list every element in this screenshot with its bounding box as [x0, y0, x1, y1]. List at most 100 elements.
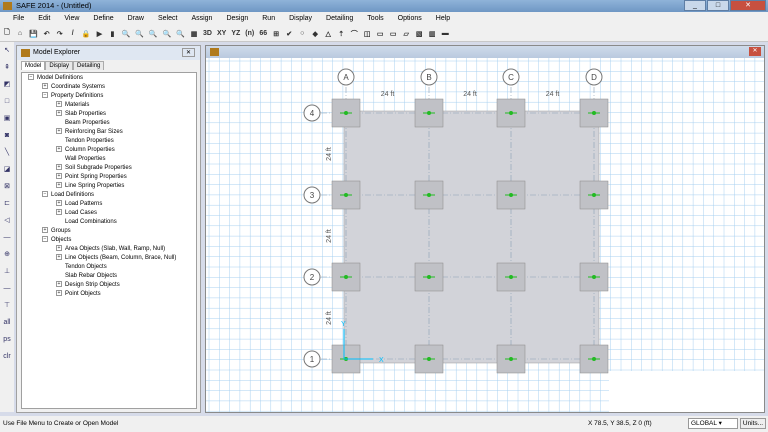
toolbar-button-12-icon[interactable]: 🔍 [163, 30, 172, 38]
tree-item[interactable]: Slab Rebar Objects [22, 272, 196, 281]
menu-select[interactable]: Select [151, 12, 184, 26]
tree-item[interactable]: − Property Definitions [22, 92, 196, 101]
tree-item[interactable]: + Soil Subgrade Properties [22, 164, 196, 173]
toolbar-button-5-icon[interactable]: / [69, 30, 77, 37]
expand-icon[interactable]: + [42, 227, 48, 234]
view-close-button[interactable]: ✕ [749, 47, 761, 56]
toolbar-button-0-icon[interactable]: 🗋 [3, 28, 11, 39]
menu-define[interactable]: Define [86, 12, 120, 26]
toolbar-button-32-icon[interactable]: ▥ [428, 30, 436, 38]
tree-item[interactable]: + Area Objects (Slab, Wall, Ramp, Null) [22, 245, 196, 254]
tree-item[interactable]: Wall Properties [22, 155, 196, 164]
tree-item[interactable]: Load Combinations [22, 218, 196, 227]
toolbar-button-19-icon[interactable]: 66 [259, 30, 267, 37]
toolbar-button-11-icon[interactable]: 🔍 [149, 30, 158, 38]
tree-item[interactable]: + Materials [22, 101, 196, 110]
minimize-button[interactable]: _ [684, 0, 706, 11]
draw-tool-1-icon[interactable]: ⇞ [4, 61, 10, 75]
toolbar-button-27-icon[interactable]: ◫ [363, 30, 371, 38]
expand-icon[interactable]: + [56, 173, 62, 180]
toolbar-button-31-icon[interactable]: ▧ [415, 30, 423, 38]
tab-model[interactable]: Model [21, 61, 46, 70]
draw-tool-17-icon[interactable]: ps [3, 333, 10, 347]
tree-item[interactable]: + Column Properties [22, 146, 196, 155]
draw-tool-15-icon[interactable]: ⊤ [4, 299, 10, 313]
toolbar-button-2-icon[interactable]: 💾 [29, 30, 38, 38]
toolbar-button-15-icon[interactable]: 3D [203, 30, 212, 37]
draw-tool-9-icon[interactable]: ⊏ [4, 197, 10, 211]
toolbar-button-33-icon[interactable]: ▬ [441, 30, 449, 37]
draw-tool-7-icon[interactable]: ◪ [4, 163, 11, 177]
tree-item[interactable]: Tendon Properties [22, 137, 196, 146]
expand-icon[interactable]: + [42, 83, 48, 90]
expand-icon[interactable]: + [56, 128, 62, 135]
expand-icon[interactable]: + [56, 209, 62, 216]
coord-system-select[interactable]: GLOBAL ▾ [688, 418, 738, 429]
tree-item[interactable]: Beam Properties [22, 119, 196, 128]
toolbar-button-30-icon[interactable]: ▱ [402, 30, 410, 38]
expand-icon[interactable]: + [56, 254, 62, 261]
explorer-close-button[interactable]: ✕ [182, 48, 195, 57]
plan-canvas[interactable]: A B C D 4 3 2 1 24 ft 24 ft 24 ft 24 ft 24 ft 24 ft X Y [206, 58, 764, 412]
draw-tool-4-icon[interactable]: ▣ [4, 112, 11, 126]
menu-file[interactable]: File [6, 12, 31, 26]
toolbar-button-6-icon[interactable]: 🔒 [82, 30, 91, 38]
tab-display[interactable]: Display [45, 61, 74, 70]
draw-tool-6-icon[interactable]: ╲ [5, 146, 9, 160]
tree-item[interactable]: − Objects [22, 236, 196, 245]
draw-tool-10-icon[interactable]: ◁ [4, 214, 9, 228]
toolbar-button-25-icon[interactable]: ⇡ [337, 30, 345, 38]
toolbar-button-14-icon[interactable]: ▦ [190, 30, 198, 38]
toolbar-button-7-icon[interactable]: ▶ [95, 30, 103, 38]
tree-item[interactable]: + Reinforcing Bar Sizes [22, 128, 196, 137]
tree-item[interactable]: + Point Objects [22, 290, 196, 299]
collapse-icon[interactable]: − [42, 191, 48, 198]
toolbar-button-1-icon[interactable]: ⌂ [16, 30, 24, 37]
toolbar-button-28-icon[interactable]: ▭ [376, 30, 384, 38]
tab-detailing[interactable]: Detailing [73, 61, 105, 70]
toolbar-button-10-icon[interactable]: 🔍 [135, 30, 144, 38]
maximize-button[interactable]: □ [707, 0, 729, 11]
expand-icon[interactable]: + [56, 200, 62, 207]
menu-design[interactable]: Design [219, 12, 255, 26]
toolbar-button-8-icon[interactable]: ▮ [108, 30, 116, 38]
menu-view[interactable]: View [57, 12, 86, 26]
toolbar-button-18-icon[interactable]: (n) [245, 30, 254, 37]
tree-item[interactable]: + Point Spring Properties [22, 173, 196, 182]
draw-tool-18-icon[interactable]: clr [3, 350, 10, 364]
menu-assign[interactable]: Assign [184, 12, 219, 26]
tree-item[interactable]: − Load Definitions [22, 191, 196, 200]
menu-run[interactable]: Run [255, 12, 282, 26]
expand-icon[interactable]: + [56, 290, 62, 297]
toolbar-button-4-icon[interactable]: ↷ [56, 30, 64, 38]
tree-item[interactable]: + Load Patterns [22, 200, 196, 209]
expand-icon[interactable]: + [56, 101, 62, 108]
menu-options[interactable]: Options [391, 12, 429, 26]
menu-edit[interactable]: Edit [31, 12, 57, 26]
tree-item[interactable]: + Coordinate Systems [22, 83, 196, 92]
menu-draw[interactable]: Draw [121, 12, 151, 26]
draw-tool-14-icon[interactable]: — [4, 282, 11, 296]
draw-tool-3-icon[interactable]: □ [5, 95, 9, 109]
expand-icon[interactable]: + [56, 281, 62, 288]
collapse-icon[interactable]: − [42, 236, 48, 243]
toolbar-button-9-icon[interactable]: 🔍 [121, 30, 130, 38]
expand-icon[interactable]: + [56, 245, 62, 252]
units-button[interactable]: Units... [740, 418, 766, 429]
expand-icon[interactable]: + [56, 182, 62, 189]
menu-help[interactable]: Help [429, 12, 457, 26]
expand-icon[interactable]: + [56, 146, 62, 153]
collapse-icon[interactable]: − [28, 74, 34, 81]
toolbar-button-24-icon[interactable]: △ [324, 30, 332, 38]
tree-item[interactable]: + Line Spring Properties [22, 182, 196, 191]
toolbar-button-17-icon[interactable]: YZ [231, 30, 240, 37]
tree-item[interactable]: + Slab Properties [22, 110, 196, 119]
tree-item[interactable]: + Design Strip Objects [22, 281, 196, 290]
menu-tools[interactable]: Tools [360, 12, 390, 26]
draw-tool-13-icon[interactable]: ⊥ [4, 265, 10, 279]
tree-item[interactable]: Tendon Objects [22, 263, 196, 272]
draw-tool-11-icon[interactable]: — [4, 231, 11, 245]
toolbar-button-13-icon[interactable]: 🔍 [176, 30, 185, 38]
collapse-icon[interactable]: − [42, 92, 48, 99]
toolbar-button-22-icon[interactable]: ○ [298, 30, 306, 37]
